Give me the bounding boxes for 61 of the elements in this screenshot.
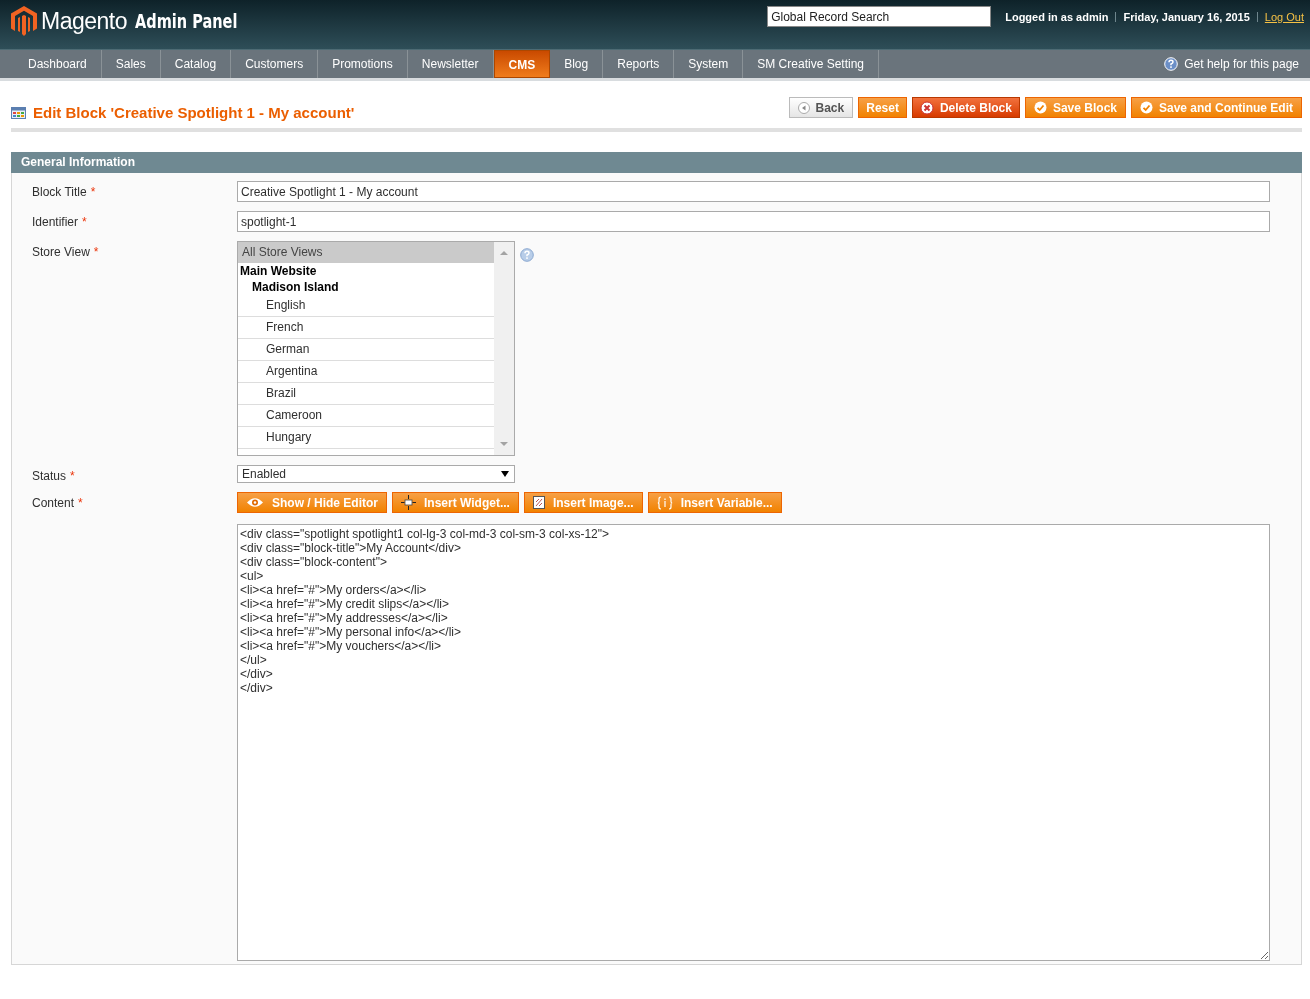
field-label: Identifier	[32, 215, 79, 229]
section-header: General Information	[11, 152, 1302, 173]
nav-tab[interactable]: SM Creative Setting	[743, 50, 879, 78]
option-group-label[interactable]: Main Website	[238, 263, 494, 279]
list-option[interactable]: Cameroon	[238, 405, 494, 427]
nav-tab[interactable]: Newsletter	[407, 50, 494, 78]
logo-icon	[11, 6, 37, 36]
required-mark: *	[82, 215, 87, 229]
search-field[interactable]: Global Record Search	[767, 6, 992, 27]
scrollbar[interactable]	[494, 242, 514, 455]
nav-tab[interactable]: Customers	[231, 50, 319, 78]
list-option[interactable]: French	[238, 317, 494, 339]
help-icon[interactable]	[520, 248, 534, 262]
list-option[interactable]: Brazil	[238, 383, 494, 405]
action-button[interactable]: Back	[788, 97, 854, 118]
image-icon	[532, 496, 545, 509]
editor-button[interactable]: Insert Image...	[523, 492, 643, 513]
required-mark: *	[70, 469, 75, 483]
nav-tab[interactable]: CMS	[493, 50, 551, 78]
text-field[interactable]: Creative Spotlight 1 - My account	[237, 181, 1270, 202]
list-option[interactable]: All Store Views	[238, 242, 494, 263]
option-group-label[interactable]: Madison Island	[238, 279, 494, 295]
logo-subtitle: Admin Panel	[135, 10, 238, 32]
checkmark-icon	[1033, 101, 1047, 114]
logout-link[interactable]: Log Out	[1264, 10, 1304, 23]
date-label: Friday, January 16, 2015	[1123, 10, 1250, 23]
required-mark: *	[93, 245, 99, 259]
field-label: Block Title	[32, 185, 87, 199]
list-option[interactable]: Argentina	[238, 361, 494, 383]
checkmark-icon	[1140, 101, 1153, 114]
content-editor[interactable]: <div class="spotlight spotlight1 col-lg-3 col-md-3 col-sm-3 col-xs-12"> <div class="block-title">My Account</div> <div class="block-content"> <ul> <li><a href="#">My orders</a></li> <li><a href="#">My credit slips</a></li> <li><a href="#">My addresses</a></li> <li><a href="#">My personal info</a></li> <li><a href="#">My vouchers</a></li> </ul> </div> </div>	[237, 524, 1270, 961]
status-dropdown[interactable]: Enabled	[237, 465, 515, 483]
editor-button[interactable]: Insert Variable...	[647, 492, 782, 513]
store-view-list[interactable]: All Store Views Main Website Madison Island English French German Argentina Brazil Cameroon Hungary	[237, 241, 515, 456]
nav-tab[interactable]: Blog	[550, 50, 604, 78]
grid-icon	[11, 106, 26, 119]
user-label: Logged in as admin	[1005, 10, 1109, 23]
nav-tab[interactable]: Reports	[603, 50, 675, 78]
close-icon	[919, 100, 934, 115]
list-option[interactable]: Hungary	[238, 427, 494, 449]
list-option[interactable]: German	[238, 339, 494, 361]
nav-tab[interactable]: Catalog	[160, 50, 232, 78]
required-mark: *	[90, 185, 96, 199]
nav-tab[interactable]: Dashboard	[14, 50, 102, 78]
widget-icon	[401, 495, 416, 510]
required-mark: *	[78, 496, 83, 510]
nav-tab[interactable]: Sales	[101, 50, 161, 78]
help-link[interactable]: Get help for this page	[1184, 57, 1299, 71]
dropdown-arrow-icon	[501, 471, 509, 477]
eye-icon	[246, 497, 264, 508]
text-field[interactable]: spotlight-1	[237, 211, 1270, 232]
nav-tab[interactable]: Promotions	[318, 50, 408, 78]
action-button[interactable]: Delete Block	[911, 97, 1020, 118]
page-title: Edit Block 'Creative Spotlight 1 - My account'	[33, 104, 355, 121]
field-label: Content	[32, 496, 75, 510]
field-label: Status	[32, 469, 67, 483]
nav-tab[interactable]: System	[674, 50, 744, 78]
field-label: Store View	[32, 245, 90, 259]
list-option[interactable]: English	[238, 295, 494, 317]
braces-icon	[656, 495, 673, 510]
logo-text: Magento	[41, 7, 127, 35]
